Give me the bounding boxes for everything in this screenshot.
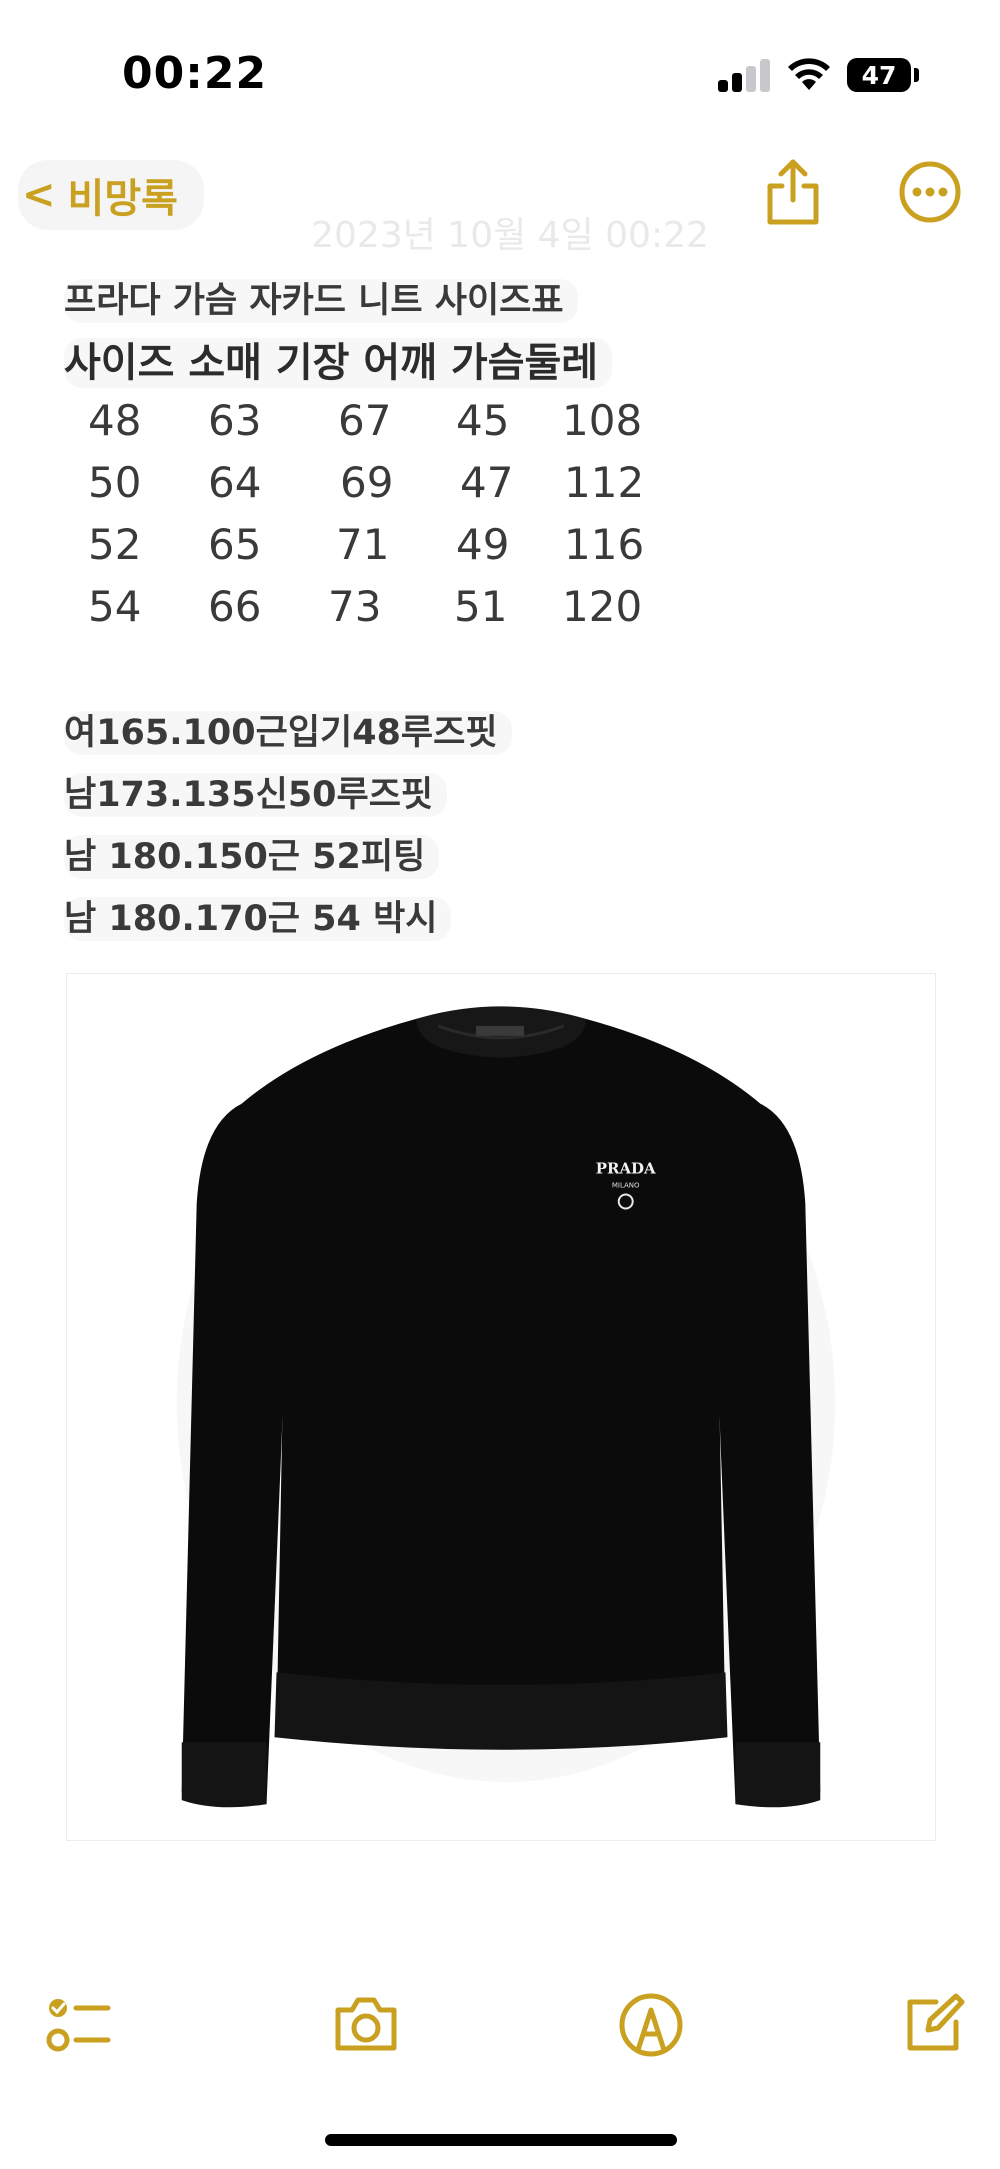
home-indicator[interactable] [325, 2134, 677, 2146]
wifi-icon [786, 54, 832, 92]
markup-pen-icon[interactable] [618, 1992, 684, 2058]
sleeve-cell: 65 [208, 520, 262, 569]
back-button[interactable]: < 비망록 [18, 160, 204, 230]
battery-indicator: 47 [847, 58, 911, 92]
chest-cell: 120 [562, 582, 643, 631]
share-icon[interactable] [760, 156, 826, 228]
size-table-header-text: 사이즈 소매 기장 어깨 가슴둘레 [64, 338, 613, 388]
sleeve-cell: 63 [208, 396, 262, 445]
length-cell: 71 [336, 520, 390, 569]
logo-subtext: MILANO [612, 1182, 640, 1190]
sleeve-cell: 66 [208, 582, 262, 631]
length-cell: 67 [338, 396, 392, 445]
size-cell: 54 [88, 582, 142, 631]
back-label: 비망록 [67, 176, 178, 222]
size-table-header: 사이즈 소매 기장 어깨 가슴둘레 [64, 330, 613, 388]
sweater-illustration: PRADA MILANO [67, 974, 935, 1840]
camera-icon[interactable] [332, 1992, 400, 2056]
sleeve-cell: 64 [208, 458, 262, 507]
compose-icon[interactable] [902, 1992, 966, 2056]
chest-cell: 108 [562, 396, 643, 445]
status-time: 00:22 [122, 48, 268, 99]
fit-note: 남 180.170근 54 박시 [64, 890, 452, 941]
chest-cell: 116 [564, 520, 645, 569]
shoulder-cell: 49 [456, 520, 510, 569]
notes-screen: 00:22 47 < 비망록 2023년 10월 4일 00:22 프라다 가슴… [0, 0, 1000, 2169]
sweater-photo[interactable]: PRADA MILANO [66, 973, 936, 1841]
more-icon[interactable] [898, 160, 962, 224]
battery-level: 47 [861, 60, 897, 90]
note-date: 2023년 10월 4일 00:22 [311, 215, 709, 256]
cellular-signal-icon [718, 58, 770, 92]
checklist-icon[interactable] [46, 1992, 112, 2058]
size-cell: 52 [88, 520, 142, 569]
fit-note: 여165.100근입기48루즈핏 [64, 704, 512, 755]
fit-note-text: 남 180.150근 52피팅 [64, 835, 440, 879]
length-cell: 69 [340, 458, 394, 507]
fit-note-text: 남173.135신50루즈핏 [64, 773, 448, 817]
size-cell: 48 [88, 396, 142, 445]
length-cell: 73 [328, 582, 382, 631]
fit-note: 남 180.150근 52피팅 [64, 828, 440, 879]
chevron-left-icon: < [22, 172, 56, 218]
fit-note-text: 여165.100근입기48루즈핏 [64, 711, 512, 755]
note-title-text: 프라다 가슴 자카드 니트 사이즈표 [64, 279, 578, 323]
note-title: 프라다 가슴 자카드 니트 사이즈표 [64, 272, 578, 323]
logo-text: PRADA [596, 1160, 656, 1178]
chest-cell: 112 [564, 458, 645, 507]
fit-note-text: 남 180.170근 54 박시 [64, 897, 452, 941]
fit-note: 남173.135신50루즈핏 [64, 766, 448, 817]
size-cell: 50 [88, 458, 142, 507]
battery-tip [914, 68, 919, 82]
shoulder-cell: 51 [454, 582, 508, 631]
shoulder-cell: 45 [456, 396, 510, 445]
shoulder-cell: 47 [460, 458, 514, 507]
